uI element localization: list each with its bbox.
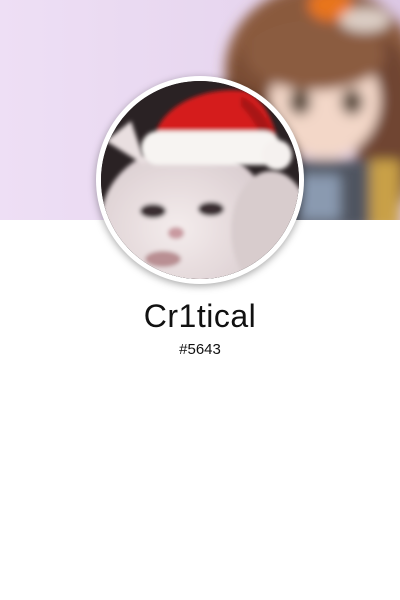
username: Cr1tical	[143, 298, 257, 334]
profile-card: Cr1tical #5643	[0, 0, 400, 600]
avatar[interactable]	[96, 76, 304, 284]
avatar-image	[101, 81, 299, 279]
user-discriminator: #5643	[179, 341, 221, 358]
